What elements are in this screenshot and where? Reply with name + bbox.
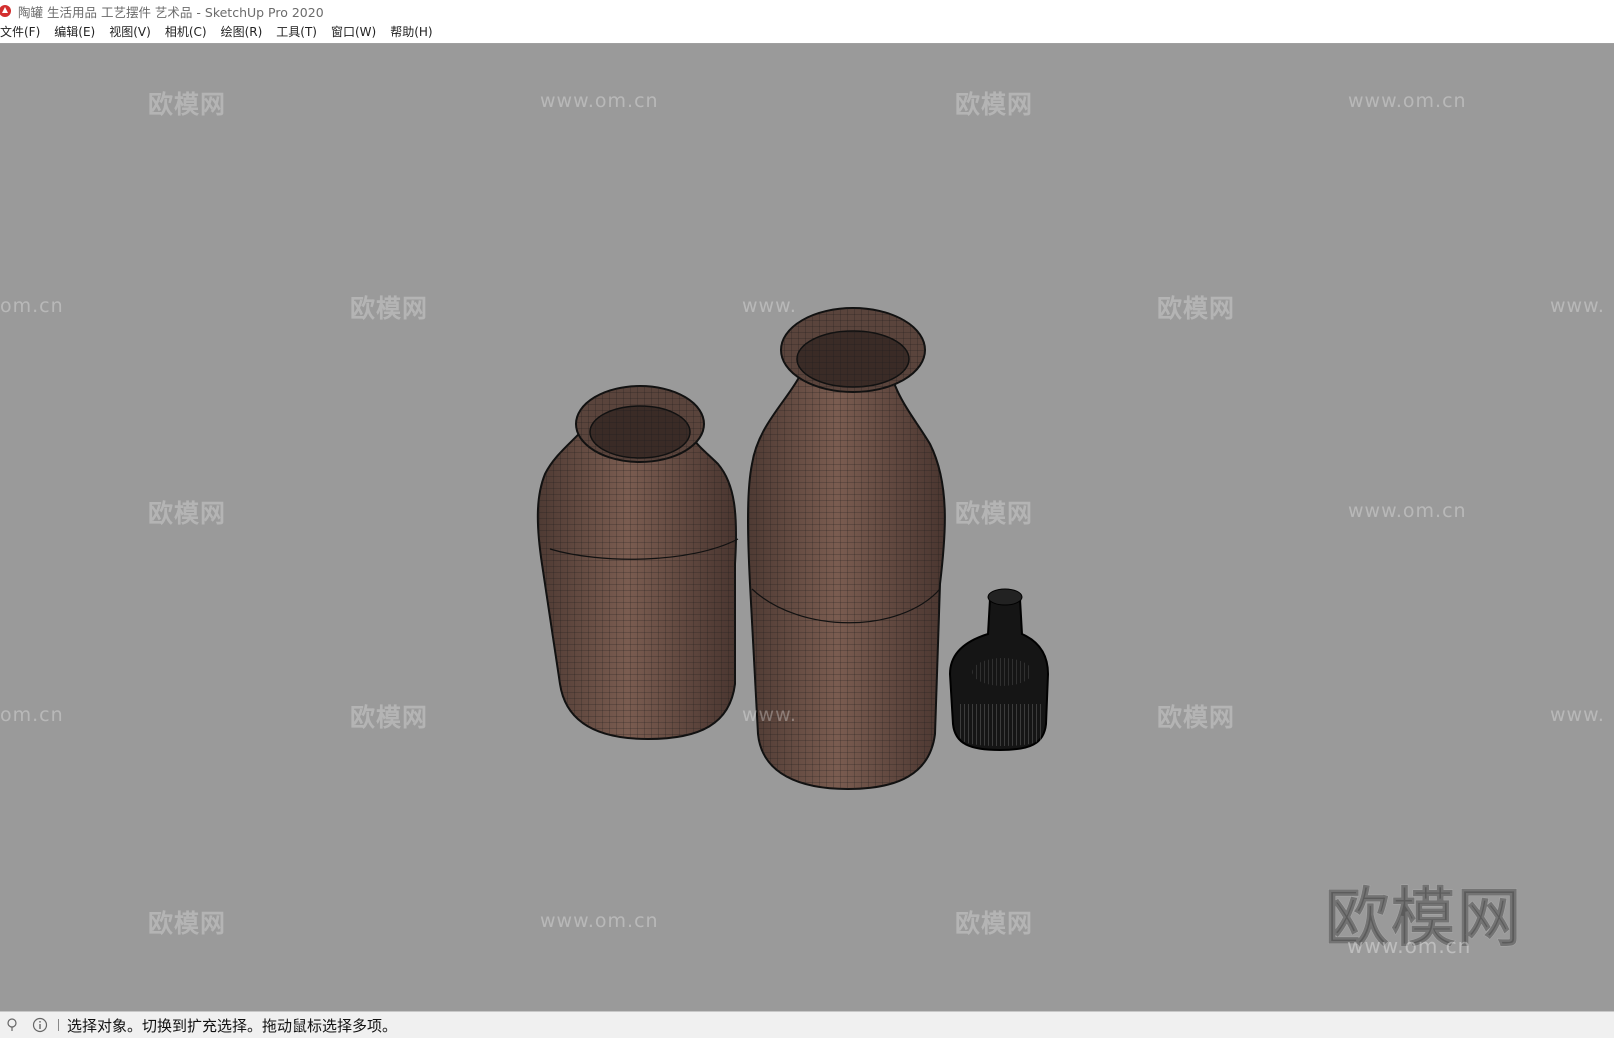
sketchup-logo-icon [0,5,11,17]
watermark-brand: 欧模网 [350,703,429,732]
watermark-brand: 欧模网 [955,499,1034,528]
watermark-url-partial: www. [742,295,797,317]
watermark-brand: 欧模网 [350,294,429,323]
watermark-url-partial: om.cn [0,704,64,726]
watermark-brand: 欧模网 [148,909,227,938]
menu-camera[interactable]: 相机(C) [158,22,214,43]
watermark-url-partial: www. [1550,295,1605,317]
watermark-url-partial: www. [1550,704,1605,726]
menu-edit[interactable]: 编辑(E) [47,22,102,43]
watermark-url: www.om.cn [540,90,659,112]
watermark-brand: 欧模网 [1157,703,1236,732]
status-message: 选择对象。切换到扩充选择。拖动鼠标选择多项。 [67,1016,398,1035]
watermark-url-partial: om.cn [0,295,64,317]
status-separator [58,1019,59,1031]
watermark-url: www.om.cn [540,910,659,932]
geo-location-icon[interactable] [4,1017,20,1033]
menu-tools[interactable]: 工具(T) [269,22,324,43]
watermark-url-partial: www. [742,704,797,726]
title-bar: 陶罐 生活用品 工艺摆件 艺术品 - SketchUp Pro 2020 [0,0,1614,22]
menu-help[interactable]: 帮助(H) [383,22,439,43]
model-scene[interactable] [0,44,1614,1011]
watermark-url: www.om.cn [1348,90,1467,112]
watermark-brand: 欧模网 [148,90,227,119]
watermark-brand: 欧模网 [955,90,1034,119]
menu-draw[interactable]: 绘图(R) [214,22,270,43]
watermark-brand: 欧模网 [1157,294,1236,323]
watermark-brand: 欧模网 [955,909,1034,938]
watermark-url: www.om.cn [1348,500,1467,522]
menu-view[interactable]: 视图(V) [102,22,158,43]
window-title: 陶罐 生活用品 工艺摆件 艺术品 - SketchUp Pro 2020 [18,4,324,20]
watermark-brand: 欧模网 [148,499,227,528]
info-icon[interactable] [32,1017,48,1033]
dropper-bottle[interactable] [948,588,1050,752]
menu-window[interactable]: 窗口(W) [324,22,383,43]
menu-file[interactable]: 文件(F) [0,22,47,43]
model-viewport[interactable]: 欧模网 www.om.cn 欧模网 www.om.cn om.cn 欧模网 ww… [0,44,1614,1011]
vase-left[interactable] [536,385,739,741]
menu-bar: 文件(F) 编辑(E) 视图(V) 相机(C) 绘图(R) 工具(T) 窗口(W… [0,22,1614,44]
status-bar: 选择对象。切换到扩充选择。拖动鼠标选择多项。 [0,1011,1614,1038]
watermark-big-url: www.om.cn [1347,934,1472,958]
